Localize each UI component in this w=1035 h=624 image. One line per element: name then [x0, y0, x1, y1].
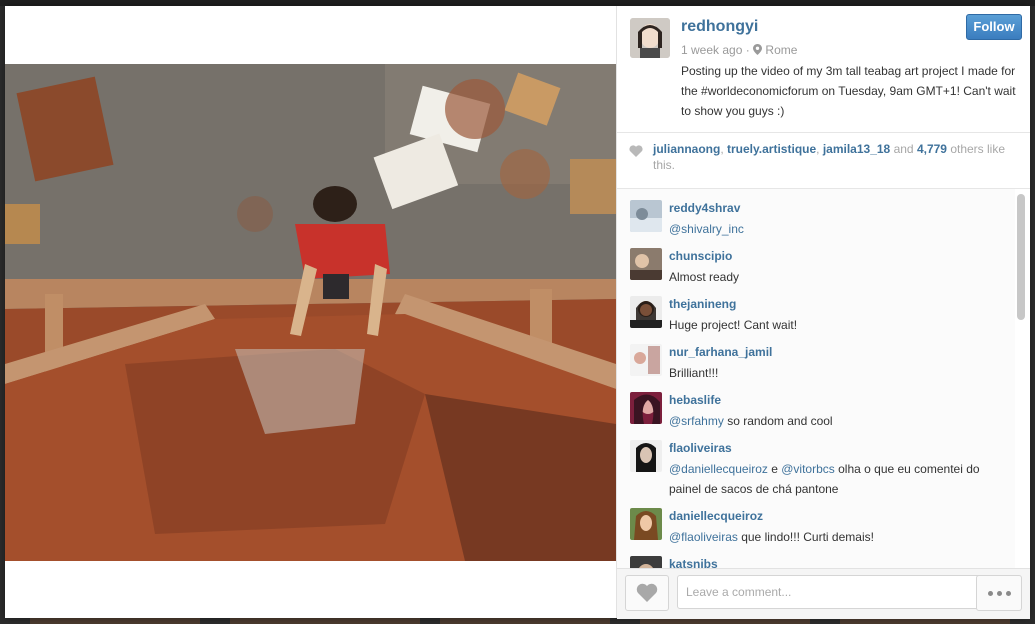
comment-username[interactable]: flaoliveiras [669, 441, 732, 455]
likes-summary: juliannaong, truely.artistique, jamila13… [617, 133, 1030, 189]
comment-body: que lindo!!! Curti demais! [737, 530, 874, 544]
comment-username[interactable]: nur_farhana_jamil [669, 345, 772, 359]
comment-username[interactable]: reddy4shrav [669, 201, 740, 215]
post-location[interactable]: Rome [765, 43, 797, 57]
teabag-artwork-image [5, 64, 616, 561]
liker-link[interactable]: truely.artistique [727, 142, 816, 156]
comment-text: Huge project! Cant wait! [669, 318, 798, 332]
ellipsis-icon [1005, 591, 1011, 596]
comment-username[interactable]: hebaslife [669, 393, 721, 407]
post-header: redhongyi 1 week ago · Rome Posting up t… [617, 6, 1030, 133]
owner-avatar[interactable] [630, 18, 670, 58]
avatar-image [630, 296, 662, 328]
pin-icon [753, 44, 763, 55]
comment-connector: e [767, 462, 782, 476]
comment-input[interactable] [677, 575, 985, 609]
commenter-avatar[interactable] [630, 200, 662, 232]
heart-icon [629, 145, 643, 157]
post-photo[interactable] [5, 64, 616, 561]
commenter-avatar[interactable] [630, 296, 662, 328]
comment-mention[interactable]: @srfahmy [669, 414, 724, 428]
ellipsis-icon [996, 591, 1002, 596]
comment-text: @srfahmy so random and cool [669, 411, 999, 431]
comment-text: Almost ready [669, 270, 740, 284]
comment-text: @daniellecqueiroz e @vitorbcs olha o que… [669, 459, 999, 499]
more-options-button[interactable] [976, 575, 1022, 611]
commenter-avatar[interactable] [630, 440, 662, 472]
comment-list[interactable]: reddy4shrav @shivalry_inc chunscipio Alm… [617, 189, 1015, 568]
avatar-image [630, 248, 662, 280]
likes-count[interactable]: 4,779 [917, 142, 947, 156]
liker-link[interactable]: juliannaong [653, 142, 720, 156]
owner-username[interactable]: redhongyi [681, 18, 758, 36]
avatar-image [630, 344, 662, 376]
comment-mention[interactable]: @shivalry_inc [669, 222, 744, 236]
heart-icon [636, 583, 658, 602]
liker-link[interactable]: jamila13_18 [823, 142, 890, 156]
comment-bar [617, 568, 1030, 619]
post-meta: 1 week ago · Rome [681, 43, 797, 57]
ellipsis-icon [987, 591, 993, 596]
comment-mention[interactable]: @flaoliveiras [669, 530, 738, 544]
comment-mention[interactable]: @vitorbcs [781, 462, 835, 476]
comment-text: @flaoliveiras que lindo!!! Curti demais! [669, 527, 999, 547]
avatar-image [630, 440, 662, 472]
post-caption: Posting up the video of my 3m tall teaba… [681, 64, 1016, 118]
comment-text: @shivalry_inc [669, 219, 999, 239]
follow-button[interactable]: Follow [966, 14, 1022, 40]
meta-separator: · [745, 43, 754, 57]
commenter-avatar[interactable] [630, 556, 662, 568]
comment-body: so random and cool [723, 414, 833, 428]
comment-username[interactable]: chunscipio [669, 249, 732, 263]
post-time[interactable]: 1 week ago [681, 43, 742, 57]
avatar-image [630, 508, 662, 540]
likes-text: juliannaong, truely.artistique, jamila13… [653, 142, 1006, 172]
comment-username[interactable]: katsnibs [669, 557, 718, 568]
comment-username[interactable]: daniellecqueiroz [669, 509, 763, 523]
comment-username[interactable]: thejanineng [669, 297, 736, 311]
commenter-avatar[interactable] [630, 508, 662, 540]
avatar-image [630, 18, 670, 58]
commenter-avatar[interactable] [630, 344, 662, 376]
post-sidebar: redhongyi 1 week ago · Rome Posting up t… [616, 6, 1030, 619]
comment-text: Brilliant!!! [669, 366, 719, 380]
background-thumbnail [230, 617, 420, 624]
commenter-avatar[interactable] [630, 248, 662, 280]
like-button[interactable] [625, 575, 669, 611]
photo-modal: redhongyi 1 week ago · Rome Posting up t… [5, 6, 1030, 619]
comments-scrollbar[interactable] [1017, 194, 1025, 320]
background-thumbnail [30, 617, 200, 624]
likes-and: and [893, 142, 914, 156]
photo-pane [5, 6, 616, 618]
background-thumbnail [440, 617, 610, 624]
comment-mention[interactable]: @daniellecqueiroz [669, 462, 768, 476]
avatar-image [630, 556, 662, 568]
avatar-image [630, 200, 662, 232]
avatar-image [630, 392, 662, 424]
commenter-avatar[interactable] [630, 392, 662, 424]
